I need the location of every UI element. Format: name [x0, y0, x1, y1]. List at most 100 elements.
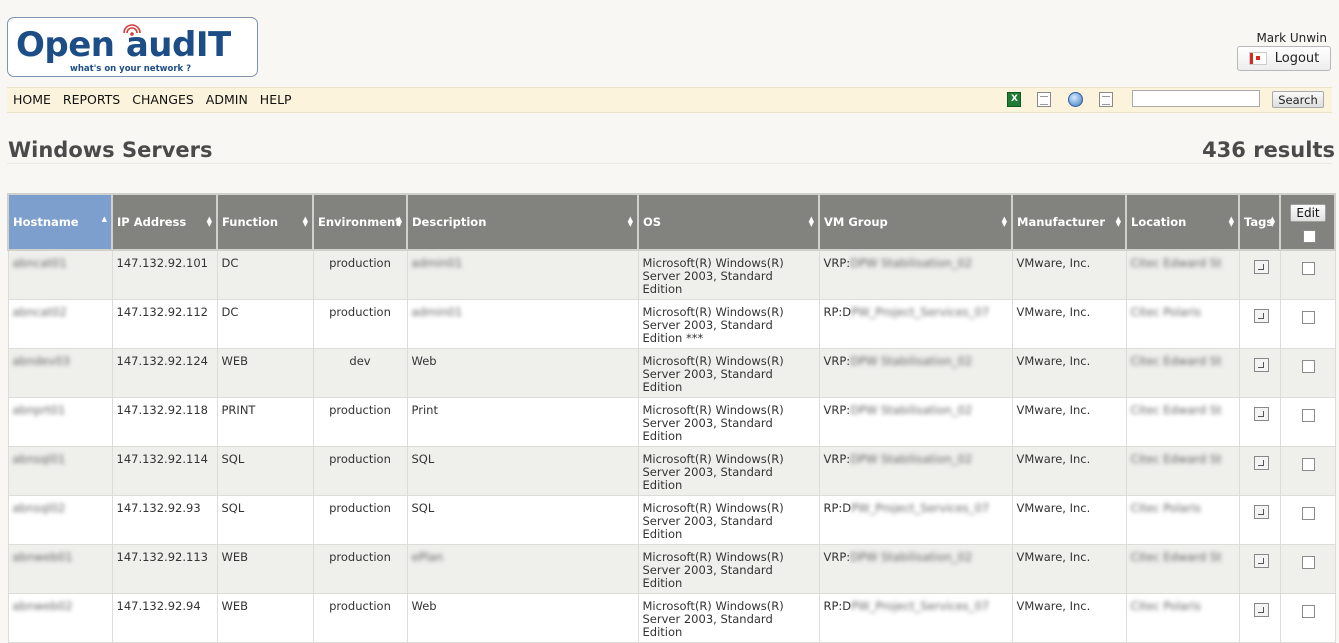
cell-os: Microsoft(R) Windows(R) Server 2003, Sta… [637, 495, 820, 545]
column-header-description[interactable]: Description ▲ ▼ [406, 193, 639, 251]
logout-button[interactable]: Logout [1237, 46, 1331, 71]
cell-manufacturer: VMware, Inc. [1011, 397, 1127, 447]
cell-function-text: SQL [221, 452, 245, 466]
tag-icon[interactable] [1253, 309, 1269, 323]
column-header-os[interactable]: OS ▲ ▼ [637, 193, 820, 251]
nav-item-home[interactable]: HOME [13, 92, 51, 107]
cell-manufacturer: VMware, Inc. [1011, 446, 1127, 496]
cell-function: SQL [216, 446, 314, 496]
column-header-vm-group[interactable]: VM Group ▲ ▼ [818, 193, 1013, 251]
column-header-tags[interactable]: Tags ▲ ▼ [1238, 193, 1281, 251]
user-name: Mark Unwin [1256, 31, 1327, 45]
nav-item-admin[interactable]: ADMIN [206, 92, 248, 107]
tag-icon[interactable] [1253, 358, 1269, 372]
cell-hostname[interactable]: abncat02 [7, 299, 113, 349]
cell-location-text: Citec Edward St [1130, 550, 1222, 564]
cell-os-text: Microsoft(R) Windows(R) Server 2003, Sta… [642, 452, 784, 492]
cell-vm-group: VRP:DPW Stabilisation_02 [818, 348, 1013, 398]
column-header-location[interactable]: Location ▲ ▼ [1125, 193, 1240, 251]
cell-manufacturer: VMware, Inc. [1011, 593, 1127, 643]
tag-icon[interactable] [1253, 554, 1269, 568]
row-checkbox[interactable] [1301, 458, 1315, 471]
cell-hostname[interactable]: abnprt01 [7, 397, 113, 447]
print-icon[interactable] [1099, 92, 1113, 107]
csv-export-icon[interactable] [1037, 92, 1051, 107]
cell-hostname[interactable]: abnsql01 [7, 446, 113, 496]
column-header-hostname[interactable]: Hostname ▲ [7, 193, 113, 251]
sort-icon: ▲ ▼ [1115, 215, 1121, 228]
cell-vm-group: RP:DPW_Project_Services_07 [818, 299, 1013, 349]
logo-text: Open audIT [16, 25, 231, 65]
table-row[interactable]: abnweb01 147.132.92.113 WEB production ePlan… [7, 544, 1336, 594]
table-row[interactable]: abncat01 147.132.92.101 DC production admin0… [7, 249, 1336, 300]
cell-function: DC [216, 249, 314, 300]
table-row[interactable]: abnweb02 147.132.92.94 WEB production Web Mic… [7, 593, 1336, 643]
cell-tags [1238, 299, 1281, 349]
cell-tags [1238, 495, 1281, 545]
cell-description-text: SQL [411, 501, 435, 515]
cell-hostname[interactable]: abndev03 [7, 348, 113, 398]
column-header-ip-address[interactable]: IP Address ▲ ▼ [111, 193, 218, 251]
cell-vm-group-text: VRP:DPW Stabilisation_02 [823, 403, 973, 417]
nav-item-help[interactable]: HELP [260, 92, 292, 107]
tag-icon[interactable] [1253, 456, 1269, 470]
row-checkbox[interactable] [1301, 556, 1315, 569]
tag-icon[interactable] [1253, 505, 1269, 519]
cell-hostname[interactable]: abncat01 [7, 249, 113, 300]
cell-function-text: DC [221, 256, 239, 270]
nav-item-changes[interactable]: CHANGES [132, 92, 194, 107]
open-audit-logo[interactable]: Open audIT what's on your network ? [7, 17, 258, 77]
cell-hostname[interactable]: abnsql02 [7, 495, 113, 545]
table-row[interactable]: abnsql02 147.132.92.93 SQL production SQL Mic… [7, 495, 1336, 545]
select-all-checkbox[interactable] [1303, 230, 1316, 243]
row-checkbox[interactable] [1301, 262, 1315, 275]
cell-os: Microsoft(R) Windows(R) Server 2003, Sta… [637, 299, 820, 349]
cell-tags [1238, 348, 1281, 398]
cell-manufacturer-text: VMware, Inc. [1016, 403, 1091, 417]
cell-os-text: Microsoft(R) Windows(R) Server 2003, Sta… [642, 403, 784, 443]
edit-button[interactable]: Edit [1290, 204, 1326, 222]
table-row[interactable]: abncat02 147.132.92.112 DC production admin0… [7, 299, 1336, 349]
column-header-manufacturer[interactable]: Manufacturer ▲ ▼ [1011, 193, 1127, 251]
row-checkbox[interactable] [1301, 507, 1315, 520]
tag-icon[interactable] [1253, 603, 1269, 617]
cell-hostname[interactable]: abnweb02 [7, 593, 113, 643]
cell-hostname-text: abncat01 [12, 256, 67, 270]
row-checkbox[interactable] [1301, 360, 1315, 373]
cell-environment-text: production [329, 550, 391, 564]
cell-location: Citec Edward St [1125, 249, 1240, 300]
search-input[interactable] [1132, 90, 1260, 107]
cell-description: SQL [406, 446, 639, 496]
tag-icon[interactable] [1253, 407, 1269, 421]
row-checkbox[interactable] [1301, 311, 1315, 324]
nav-item-reports[interactable]: REPORTS [63, 92, 120, 107]
cell-vm-group: RP:DPW_Project_Services_07 [818, 495, 1013, 545]
cell-tags [1238, 249, 1281, 300]
cell-vm-group-text: VRP:DPW Stabilisation_02 [823, 550, 973, 564]
search-button[interactable]: Search [1272, 91, 1324, 108]
table-row[interactable]: abnsql01 147.132.92.114 SQL production SQL Mi… [7, 446, 1336, 496]
cell-vm-group-text: VRP:DPW Stabilisation_02 [823, 256, 973, 270]
cell-hostname-text: abndev03 [12, 354, 70, 368]
cell-environment: production [312, 249, 408, 300]
cell-environment-text: production [329, 501, 391, 515]
cell-hostname[interactable]: abnweb01 [7, 544, 113, 594]
cell-os-text: Microsoft(R) Windows(R) Server 2003, Sta… [642, 550, 784, 590]
cell-hostname-text: abnsql02 [12, 501, 66, 515]
column-header-function[interactable]: Function ▲ ▼ [216, 193, 314, 251]
column-header-environment[interactable]: Environment ▲ ▼ [312, 193, 408, 251]
cell-manufacturer-text: VMware, Inc. [1016, 256, 1091, 270]
excel-export-icon[interactable] [1007, 92, 1021, 107]
cell-vm-group: VRP:DPW Stabilisation_02 [818, 544, 1013, 594]
cell-os: Microsoft(R) Windows(R) Server 2003, Sta… [637, 249, 820, 300]
cell-hostname-text: abncat02 [12, 305, 67, 319]
row-checkbox[interactable] [1301, 605, 1315, 618]
row-checkbox[interactable] [1301, 409, 1315, 422]
table-row[interactable]: abnprt01 147.132.92.118 PRINT production Pri… [7, 397, 1336, 447]
web-icon[interactable] [1068, 92, 1083, 107]
sort-icon: ▲ ▼ [1269, 215, 1275, 228]
tag-icon[interactable] [1253, 260, 1269, 274]
title-divider [7, 163, 1332, 164]
table-row[interactable]: abndev03 147.132.92.124 WEB dev Web Microsoft… [7, 348, 1336, 398]
cell-tags [1238, 593, 1281, 643]
